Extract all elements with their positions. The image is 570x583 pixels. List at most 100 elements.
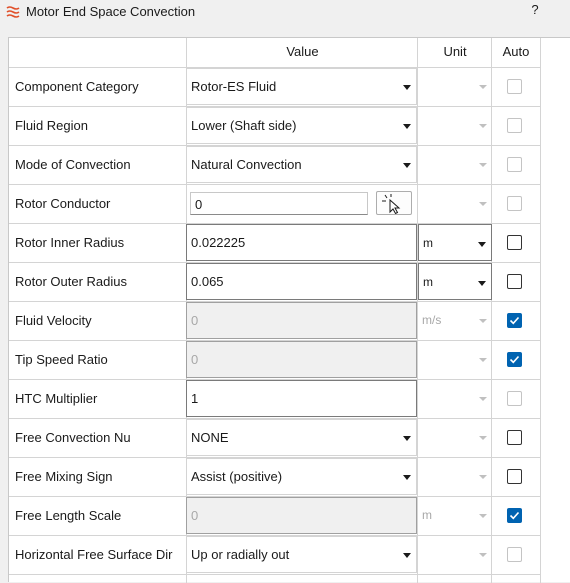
value-text: Up or radially out [191,547,290,562]
auto-checkbox[interactable] [507,352,522,367]
chevron-down-icon [403,436,411,441]
row-label: Fluid Velocity [15,313,92,328]
row-label: Free Mixing Sign [15,469,113,484]
unit-dropdown [418,185,492,222]
value-dropdown[interactable]: Up or radially out [186,536,417,573]
row-label: Free Length Scale [15,508,122,523]
unit-text: m/s [422,313,442,327]
auto-checkbox[interactable] [507,313,522,328]
unit-dropdown: m/s [418,302,492,339]
value-dropdown[interactable]: Lower (Shaft side) [186,107,417,144]
value-input[interactable]: 0.022225 [186,224,417,261]
unit-text: m [423,236,433,250]
row-label: HTC Multiplier [15,391,98,406]
chevron-down-icon [478,242,486,247]
chevron-down-icon [479,163,487,167]
cursor-select-icon [382,194,401,215]
value-text: Natural Convection [191,157,302,172]
chevron-down-icon [479,124,487,128]
value-text: 0.065 [191,274,224,289]
unit-dropdown [418,458,492,495]
row-label: Mode of Convection [15,157,131,172]
chevron-down-icon [479,475,487,479]
unit-text: m [422,508,432,522]
column-header-auto: Auto [502,44,530,59]
row-label: Component Category [15,79,139,94]
value-dropdown[interactable]: NONE [186,419,417,456]
chevron-down-icon [479,397,487,401]
select-component-button[interactable] [376,191,412,215]
auto-checkbox [507,157,522,172]
unit-dropdown: m [418,497,492,534]
waves-icon [6,6,20,18]
row-label: Horizontal Free Surface Dir [15,547,173,562]
auto-checkbox[interactable] [507,274,522,289]
value-text: Lower (Shaft side) [191,118,297,133]
chevron-down-icon [479,514,487,518]
chevron-down-icon [479,202,487,206]
chevron-down-icon [479,85,487,89]
row-label: Rotor Inner Radius [15,235,125,250]
chevron-down-icon [478,281,486,286]
unit-dropdown[interactable]: m [418,224,492,261]
auto-checkbox [507,547,522,562]
unit-dropdown [418,107,492,144]
value-text: 0 [191,508,199,523]
unit-dropdown [418,146,492,183]
value-input[interactable]: 1 [186,380,417,417]
unit-dropdown [418,536,492,573]
value-text: NONE [191,430,229,445]
auto-checkbox[interactable] [507,469,522,484]
chevron-down-icon [403,163,411,168]
help-button[interactable]: ? [528,2,542,20]
auto-checkbox[interactable] [507,508,522,523]
checkmark-icon [509,316,520,325]
auto-checkbox [507,196,522,211]
rotor-conductor-input[interactable]: 0 [190,192,368,215]
chevron-down-icon [479,436,487,440]
value-input: 0 [186,341,417,378]
value-dropdown[interactable]: Natural Convection [186,146,417,183]
value-input: 0 [186,497,417,534]
row-label: Free Convection Nu [15,430,131,445]
value-input[interactable]: 0.065 [186,263,417,300]
value-dropdown[interactable]: Rotor-ES Fluid [186,68,417,105]
window-title: Motor End Space Convection [26,4,196,19]
value-text: 1 [191,391,199,406]
value-text: Assist (positive) [191,469,283,484]
auto-checkbox[interactable] [507,235,522,250]
value-dropdown[interactable]: Assist (positive) [186,458,417,495]
value-text: 0 [195,197,203,212]
value-text: 0 [191,352,199,367]
column-header-value: Value [286,44,319,59]
unit-dropdown [418,68,492,105]
row-label: Fluid Region [15,118,88,133]
value-input: 0 [186,302,417,339]
chevron-down-icon [479,358,487,362]
chevron-down-icon [403,553,411,558]
unit-dropdown [418,341,492,378]
row-label: Rotor Outer Radius [15,274,127,289]
auto-checkbox [507,118,522,133]
chevron-down-icon [403,85,411,90]
properties-grid: Value Unit Auto Component Category Rotor-… [8,37,570,583]
value-text: 0.022225 [191,235,246,250]
chevron-down-icon [479,319,487,323]
auto-checkbox[interactable] [507,430,522,445]
row-label: Rotor Conductor [15,196,111,211]
row-label: Tip Speed Ratio [15,352,108,367]
value-text: Rotor-ES Fluid [191,79,277,94]
grid-line-horizontal [9,574,541,575]
chevron-down-icon [479,553,487,557]
column-header-unit: Unit [443,44,467,59]
auto-checkbox [507,79,522,94]
unit-dropdown [418,419,492,456]
checkmark-icon [509,511,520,520]
unit-dropdown[interactable]: m [418,263,492,300]
title-bar: Motor End Space Convection ? [0,0,570,24]
value-text: 0 [191,313,199,328]
unit-text: m [423,275,433,289]
unit-dropdown [418,380,492,417]
chevron-down-icon [403,124,411,129]
auto-checkbox [507,391,522,406]
